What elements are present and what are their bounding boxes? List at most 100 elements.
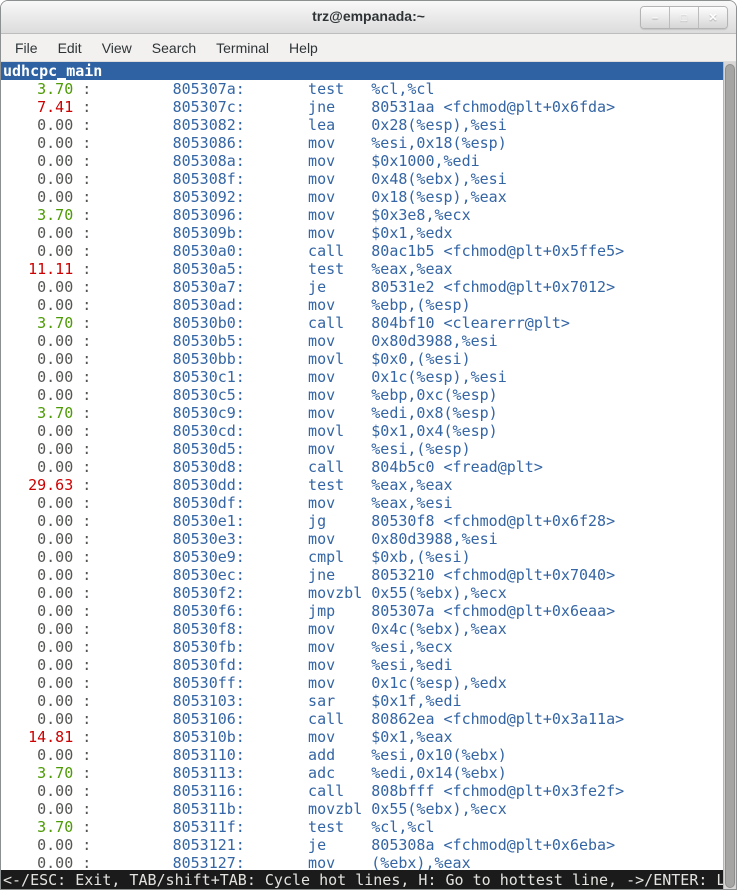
asm-row[interactable]: 3.70 : 805311f: test %cl,%cl [1,818,723,836]
asm-instruction: 80530f6: jmp 805307a <fchmod@plt+0x6eaa> [173,602,616,620]
asm-separator: : [73,728,172,746]
asm-percent: 0.00 [1,134,73,152]
asm-row[interactable]: 3.70 : 8053096: mov $0x3e8,%ecx [1,206,723,224]
asm-row[interactable]: 0.00 : 8053121: je 805308a <fchmod@plt+0… [1,836,723,854]
asm-separator: : [73,800,172,818]
asm-separator: : [73,602,172,620]
annotate-header-line[interactable]: udhcpcmain [1,62,723,80]
asm-row[interactable]: 0.00 : 80530cd: movl $0x1,0x4(%esp) [1,422,723,440]
asm-percent: 0.00 [1,602,73,620]
asm-instruction: 80530fd: mov %esi,%edi [173,656,453,674]
asm-percent: 0.00 [1,692,73,710]
asm-percent: 0.00 [1,746,73,764]
asm-row[interactable]: 0.00 : 80530df: mov %eax,%esi [1,494,723,512]
maximize-icon: □ [681,12,688,24]
asm-instruction: 80530df: mov %eax,%esi [173,494,453,512]
asm-row[interactable]: 0.00 : 80530e3: mov 0x80d3988,%esi [1,530,723,548]
asm-row[interactable]: 0.00 : 80530fb: mov %esi,%ecx [1,638,723,656]
asm-separator: : [73,242,172,260]
asm-row[interactable]: 0.00 : 80530bb: movl $0x0,(%esi) [1,350,723,368]
asm-percent: 0.00 [1,566,73,584]
asm-row[interactable]: 0.00 : 8053092: mov 0x18(%esp),%eax [1,188,723,206]
asm-row[interactable]: 0.00 : 8053086: mov %esi,0x18(%esp) [1,134,723,152]
asm-percent: 0.00 [1,368,73,386]
asm-row[interactable]: 0.00 : 80530f6: jmp 805307a <fchmod@plt+… [1,602,723,620]
asm-row[interactable]: 3.70 : 80530c9: mov %edi,0x8(%esp) [1,404,723,422]
asm-row[interactable]: 0.00 : 805308a: mov $0x1000,%edi [1,152,723,170]
asm-percent: 0.00 [1,512,73,530]
asm-row[interactable]: 0.00 : 805309b: mov $0x1,%edx [1,224,723,242]
menu-search[interactable]: Search [142,37,206,59]
asm-percent: 0.00 [1,782,73,800]
asm-instruction: 8053092: mov 0x18(%esp),%eax [173,188,507,206]
asm-percent: 0.00 [1,386,73,404]
asm-row[interactable]: 0.00 : 80530c1: mov 0x1c(%esp),%esi [1,368,723,386]
asm-row[interactable]: 0.00 : 80530c5: mov %ebp,0xc(%esp) [1,386,723,404]
asm-separator: : [73,656,172,674]
asm-percent: 0.00 [1,422,73,440]
asm-separator: : [73,80,172,98]
asm-percent: 29.63 [1,476,73,494]
asm-instruction: 8053116: call 808bfff <fchmod@plt+0x3fe2… [173,782,625,800]
asm-percent: 0.00 [1,332,73,350]
asm-row[interactable]: 0.00 : 80530f8: mov 0x4c(%ebx),%eax [1,620,723,638]
asm-row[interactable]: 0.00 : 80530f2: movzbl 0x55(%ebx),%ecx [1,584,723,602]
asm-row[interactable]: 0.00 : 80530ec: jne 8053210 <fchmod@plt+… [1,566,723,584]
menu-terminal[interactable]: Terminal [206,37,279,59]
asm-rows: 3.70 : 805307a: test %cl,%cl 7.41 : 8053… [1,80,723,872]
asm-row[interactable]: 0.00 : 80530e1: jg 80530f8 <fchmod@plt+0… [1,512,723,530]
asm-row[interactable]: 0.00 : 8053116: call 808bfff <fchmod@plt… [1,782,723,800]
asm-separator: : [73,476,172,494]
asm-instruction: 80530ad: mov %ebp,(%esp) [173,296,471,314]
asm-row[interactable]: 3.70 : 805307a: test %cl,%cl [1,80,723,98]
asm-row[interactable]: 0.00 : 80530d5: mov %esi,(%esp) [1,440,723,458]
asm-instruction: 805307c: jne 80531aa <fchmod@plt+0x6fda> [173,98,616,116]
asm-separator: : [73,386,172,404]
menu-help[interactable]: Help [279,37,328,59]
asm-percent: 0.00 [1,620,73,638]
scrollbar-thumb[interactable] [725,64,735,888]
asm-row[interactable]: 3.70 : 8053113: adc %edi,0x14(%ebx) [1,764,723,782]
asm-instruction: 80530e3: mov 0x80d3988,%esi [173,530,498,548]
menu-view[interactable]: View [92,37,142,59]
asm-row[interactable]: 0.00 : 80530ad: mov %ebp,(%esp) [1,296,723,314]
asm-row[interactable]: 0.00 : 8053103: sar $0x1f,%edi [1,692,723,710]
asm-row[interactable]: 11.11 : 80530a5: test %eax,%eax [1,260,723,278]
asm-instruction: 8053113: adc %edi,0x14(%ebx) [173,764,507,782]
asm-row[interactable]: 0.00 : 80530e9: cmpl $0xb,(%esi) [1,548,723,566]
asm-separator: : [73,152,172,170]
scrollbar[interactable] [723,62,736,890]
asm-row[interactable]: 14.81 : 805310b: mov $0x1,%eax [1,728,723,746]
asm-percent: 0.00 [1,548,73,566]
asm-row[interactable]: 29.63 : 80530dd: test %eax,%eax [1,476,723,494]
asm-row[interactable]: 7.41 : 805307c: jne 80531aa <fchmod@plt+… [1,98,723,116]
titlebar[interactable]: trz@empanada:~ – □ ✕ [1,1,736,34]
asm-instruction: 8053096: mov $0x3e8,%ecx [173,206,471,224]
maximize-button[interactable]: □ [669,7,698,28]
asm-percent: 0.00 [1,242,73,260]
asm-separator: : [73,674,172,692]
asm-row[interactable]: 0.00 : 805311b: movzbl 0x55(%ebx),%ecx [1,800,723,818]
asm-row[interactable]: 0.00 : 80530ff: mov 0x1c(%esp),%edx [1,674,723,692]
terminal-screen[interactable]: udhcpcmain 3.70 : 805307a: test %cl,%cl … [1,62,736,890]
asm-percent: 3.70 [1,818,73,836]
asm-row[interactable]: 0.00 : 8053110: add %esi,0x10(%ebx) [1,746,723,764]
asm-row[interactable]: 0.00 : 80530b5: mov 0x80d3988,%esi [1,332,723,350]
asm-row[interactable]: 0.00 : 80530a7: je 80531e2 <fchmod@plt+0… [1,278,723,296]
asm-row[interactable]: 0.00 : 8053082: lea 0x28(%esp),%esi [1,116,723,134]
asm-row[interactable]: 0.00 : 80530d8: call 804b5c0 <fread@plt> [1,458,723,476]
asm-row[interactable]: 3.70 : 80530b0: call 804bf10 <clearerr@p… [1,314,723,332]
asm-row[interactable]: 0.00 : 80530fd: mov %esi,%edi [1,656,723,674]
minimize-button[interactable]: – [641,7,669,28]
menu-file[interactable]: File [5,37,48,59]
asm-row[interactable]: 0.00 : 80530a0: call 80ac1b5 <fchmod@plt… [1,242,723,260]
close-button[interactable]: ✕ [698,7,727,28]
asm-percent: 0.00 [1,350,73,368]
menu-edit[interactable]: Edit [48,37,92,59]
asm-percent: 0.00 [1,152,73,170]
asm-row[interactable]: 0.00 : 8053106: call 80862ea <fchmod@plt… [1,710,723,728]
window-controls: – □ ✕ [640,6,728,29]
asm-row[interactable]: 0.00 : 805308f: mov 0x48(%ebx),%esi [1,170,723,188]
asm-percent: 0.00 [1,170,73,188]
asm-separator: : [73,116,172,134]
